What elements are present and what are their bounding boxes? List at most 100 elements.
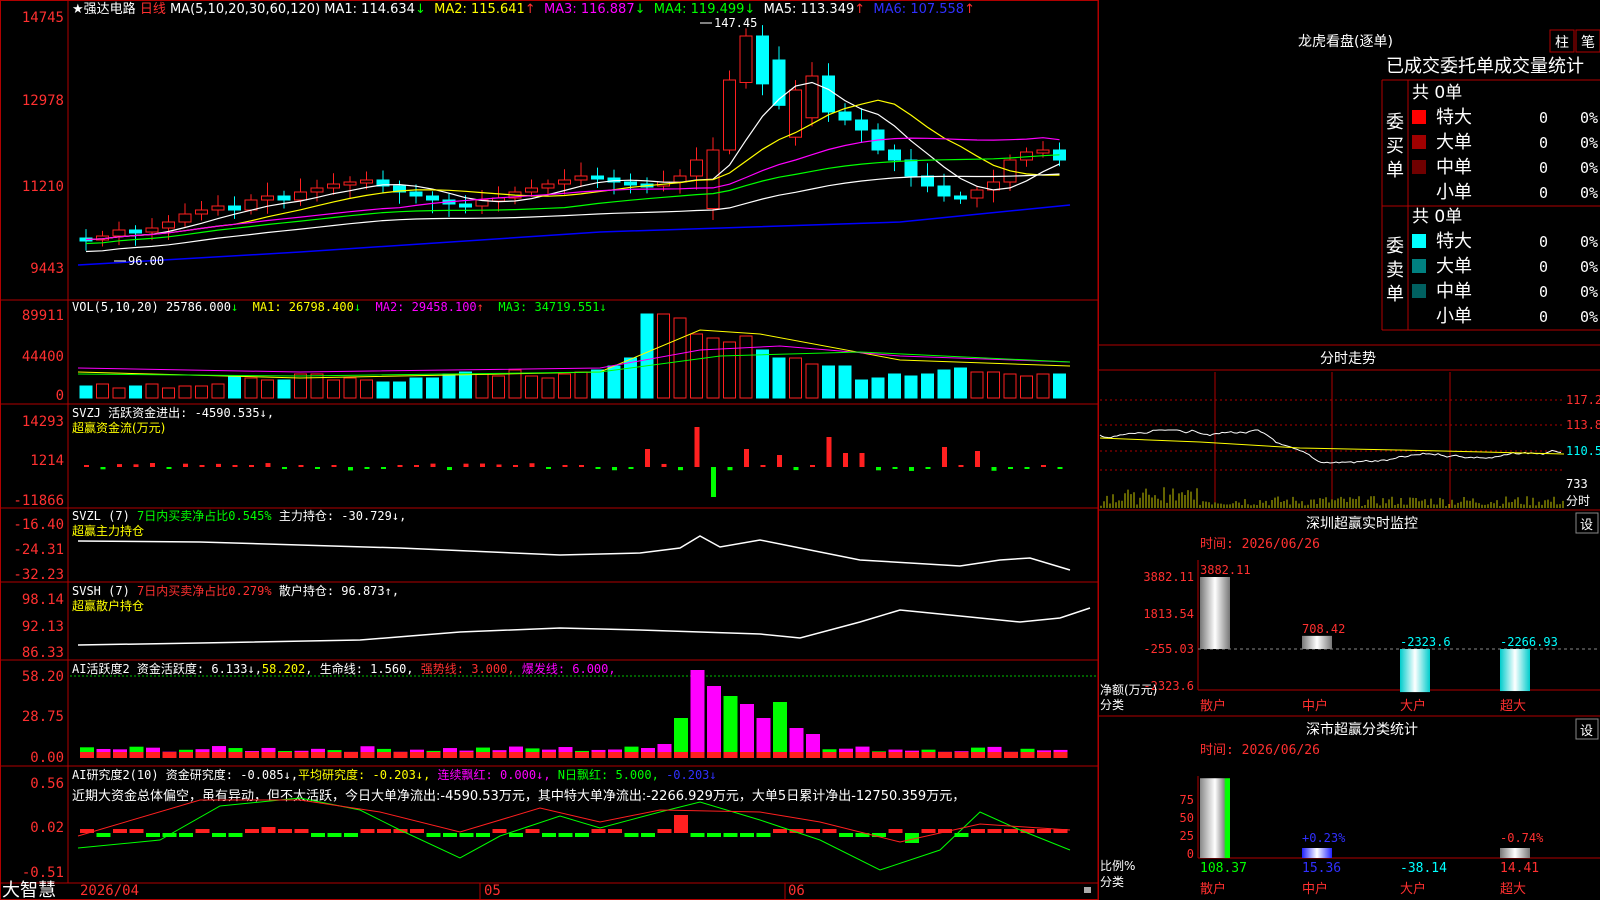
brand-logo: 大智慧: [2, 880, 56, 900]
candle-body: [129, 229, 142, 234]
activity-base: [707, 752, 721, 758]
holding-line: [77, 607, 1091, 646]
retail-holding-line: [77, 607, 1091, 646]
ai-activity-bars: [70, 670, 1098, 758]
monitor-value: 3882.11: [1200, 563, 1251, 577]
volume-bar: [409, 377, 423, 399]
activity-base: [773, 752, 787, 758]
activity-base: [426, 752, 441, 758]
activity-base: [492, 752, 507, 758]
flow-bar: [249, 465, 254, 467]
volume-bar: [574, 371, 588, 399]
activity-base: [938, 752, 952, 758]
star-icon[interactable]: ★: [72, 2, 84, 17]
ai-active-y-tick: 28.75: [22, 709, 64, 725]
flow-bar: [579, 465, 584, 467]
row-percent: 0%: [1580, 134, 1598, 152]
svsh-y-tick: 86.33: [22, 645, 64, 661]
row-volume: 0: [1539, 159, 1548, 177]
research-bar: [195, 829, 210, 833]
volume-bar: [756, 349, 769, 399]
research-bar: [624, 833, 639, 837]
vol-ma-line: [77, 351, 1071, 377]
chart-canvas[interactable]: 14745 12978 11210 9443 89911 44400 0 142…: [0, 0, 1600, 900]
flow-bar: [232, 465, 238, 467]
flow-bar: [463, 463, 469, 467]
legend-swatch: [1412, 135, 1426, 149]
volume-bar: [1003, 373, 1017, 399]
research-bar: [971, 829, 985, 833]
ma4: MA4: 119.499: [654, 2, 745, 17]
activity-base: [509, 752, 523, 758]
ai-active-y-tick: 0.00: [30, 750, 64, 766]
activity-base: [905, 752, 919, 758]
volume-bar: [805, 363, 819, 399]
activity-base: [245, 752, 259, 758]
activity-base: [1004, 752, 1018, 758]
research-bar: [327, 833, 342, 837]
volume-bar: [1020, 375, 1033, 399]
category-ylabel: 比例%: [1100, 859, 1135, 873]
flow-bar: [381, 467, 386, 469]
volume-bar: [673, 317, 687, 399]
svzl-y-tick: -32.23: [13, 567, 64, 583]
flow-bar: [100, 467, 106, 470]
candle-body: [739, 35, 753, 83]
ma-line: [85, 173, 1060, 253]
activity-base: [377, 752, 391, 758]
activity-base: [971, 752, 985, 758]
main-y-tick: 11210: [22, 179, 64, 195]
lock-icon[interactable]: [1084, 887, 1091, 893]
volume-bar: [904, 375, 918, 399]
flow-bar: [793, 467, 799, 471]
ma1: MA1: 114.634: [324, 2, 415, 17]
monitor-value: -2266.93: [1500, 635, 1558, 649]
candle-body: [409, 191, 423, 197]
ai-active-y-tick: 58.20: [22, 669, 64, 685]
svzj-header: SVZJ 活跃资金进出: -4590.535↓,: [72, 405, 274, 420]
svzl-hold: 主力持仓: -30.729↓,: [272, 508, 407, 523]
period-label[interactable]: 日线: [140, 2, 166, 17]
activity-base: [674, 752, 688, 758]
research-bar: [179, 833, 193, 837]
volume-bar: [954, 367, 967, 399]
category-time: 时间: 2026/06/26: [1200, 743, 1320, 758]
candle-body: [888, 149, 901, 161]
category-bar: [1302, 848, 1332, 858]
volume-bar: [244, 377, 258, 399]
flow-bar: [612, 467, 617, 471]
research-bar: [723, 833, 738, 837]
longhu-header: 已成交委托单成交量统计: [1386, 56, 1584, 77]
volume-bar: [261, 379, 274, 399]
ai-research-nred: N日飘红: 5.000,: [558, 767, 659, 782]
activity-base: [80, 752, 94, 758]
activity-base: [146, 752, 160, 758]
volume-bar: [706, 337, 720, 399]
candle-body: [112, 229, 126, 237]
candle-body: [690, 159, 703, 177]
candle-body: [970, 189, 984, 199]
candle-body: [277, 195, 291, 201]
monitor-title: 深圳超赢实时监控: [1306, 515, 1418, 532]
candle-body: [673, 175, 687, 183]
activity-base: [212, 752, 226, 758]
candle-body: [459, 203, 472, 208]
activity-base: [987, 752, 1002, 758]
candle-body: [244, 199, 258, 211]
svzj-y-tick: -11866: [13, 493, 64, 509]
candle-body: [525, 187, 538, 193]
ai-research-value: AI研究度2(10) 资金研究度: -0.085↓,: [72, 767, 298, 782]
ma4-arrow: ↓: [744, 2, 755, 17]
candle-body: [855, 119, 868, 131]
research-bar: [228, 833, 243, 837]
monitor-category: 散户: [1200, 698, 1226, 714]
research-bar: [410, 829, 424, 833]
row-name: 中单: [1436, 281, 1472, 302]
intraday-chart[interactable]: [1099, 372, 1565, 508]
activity-base: [162, 752, 177, 758]
flow-bar: [183, 463, 188, 467]
activity-base: [525, 752, 540, 758]
category-name: 散户: [1200, 881, 1226, 897]
research-bar: [806, 829, 820, 833]
ma2: MA2: 115.641: [434, 2, 525, 17]
